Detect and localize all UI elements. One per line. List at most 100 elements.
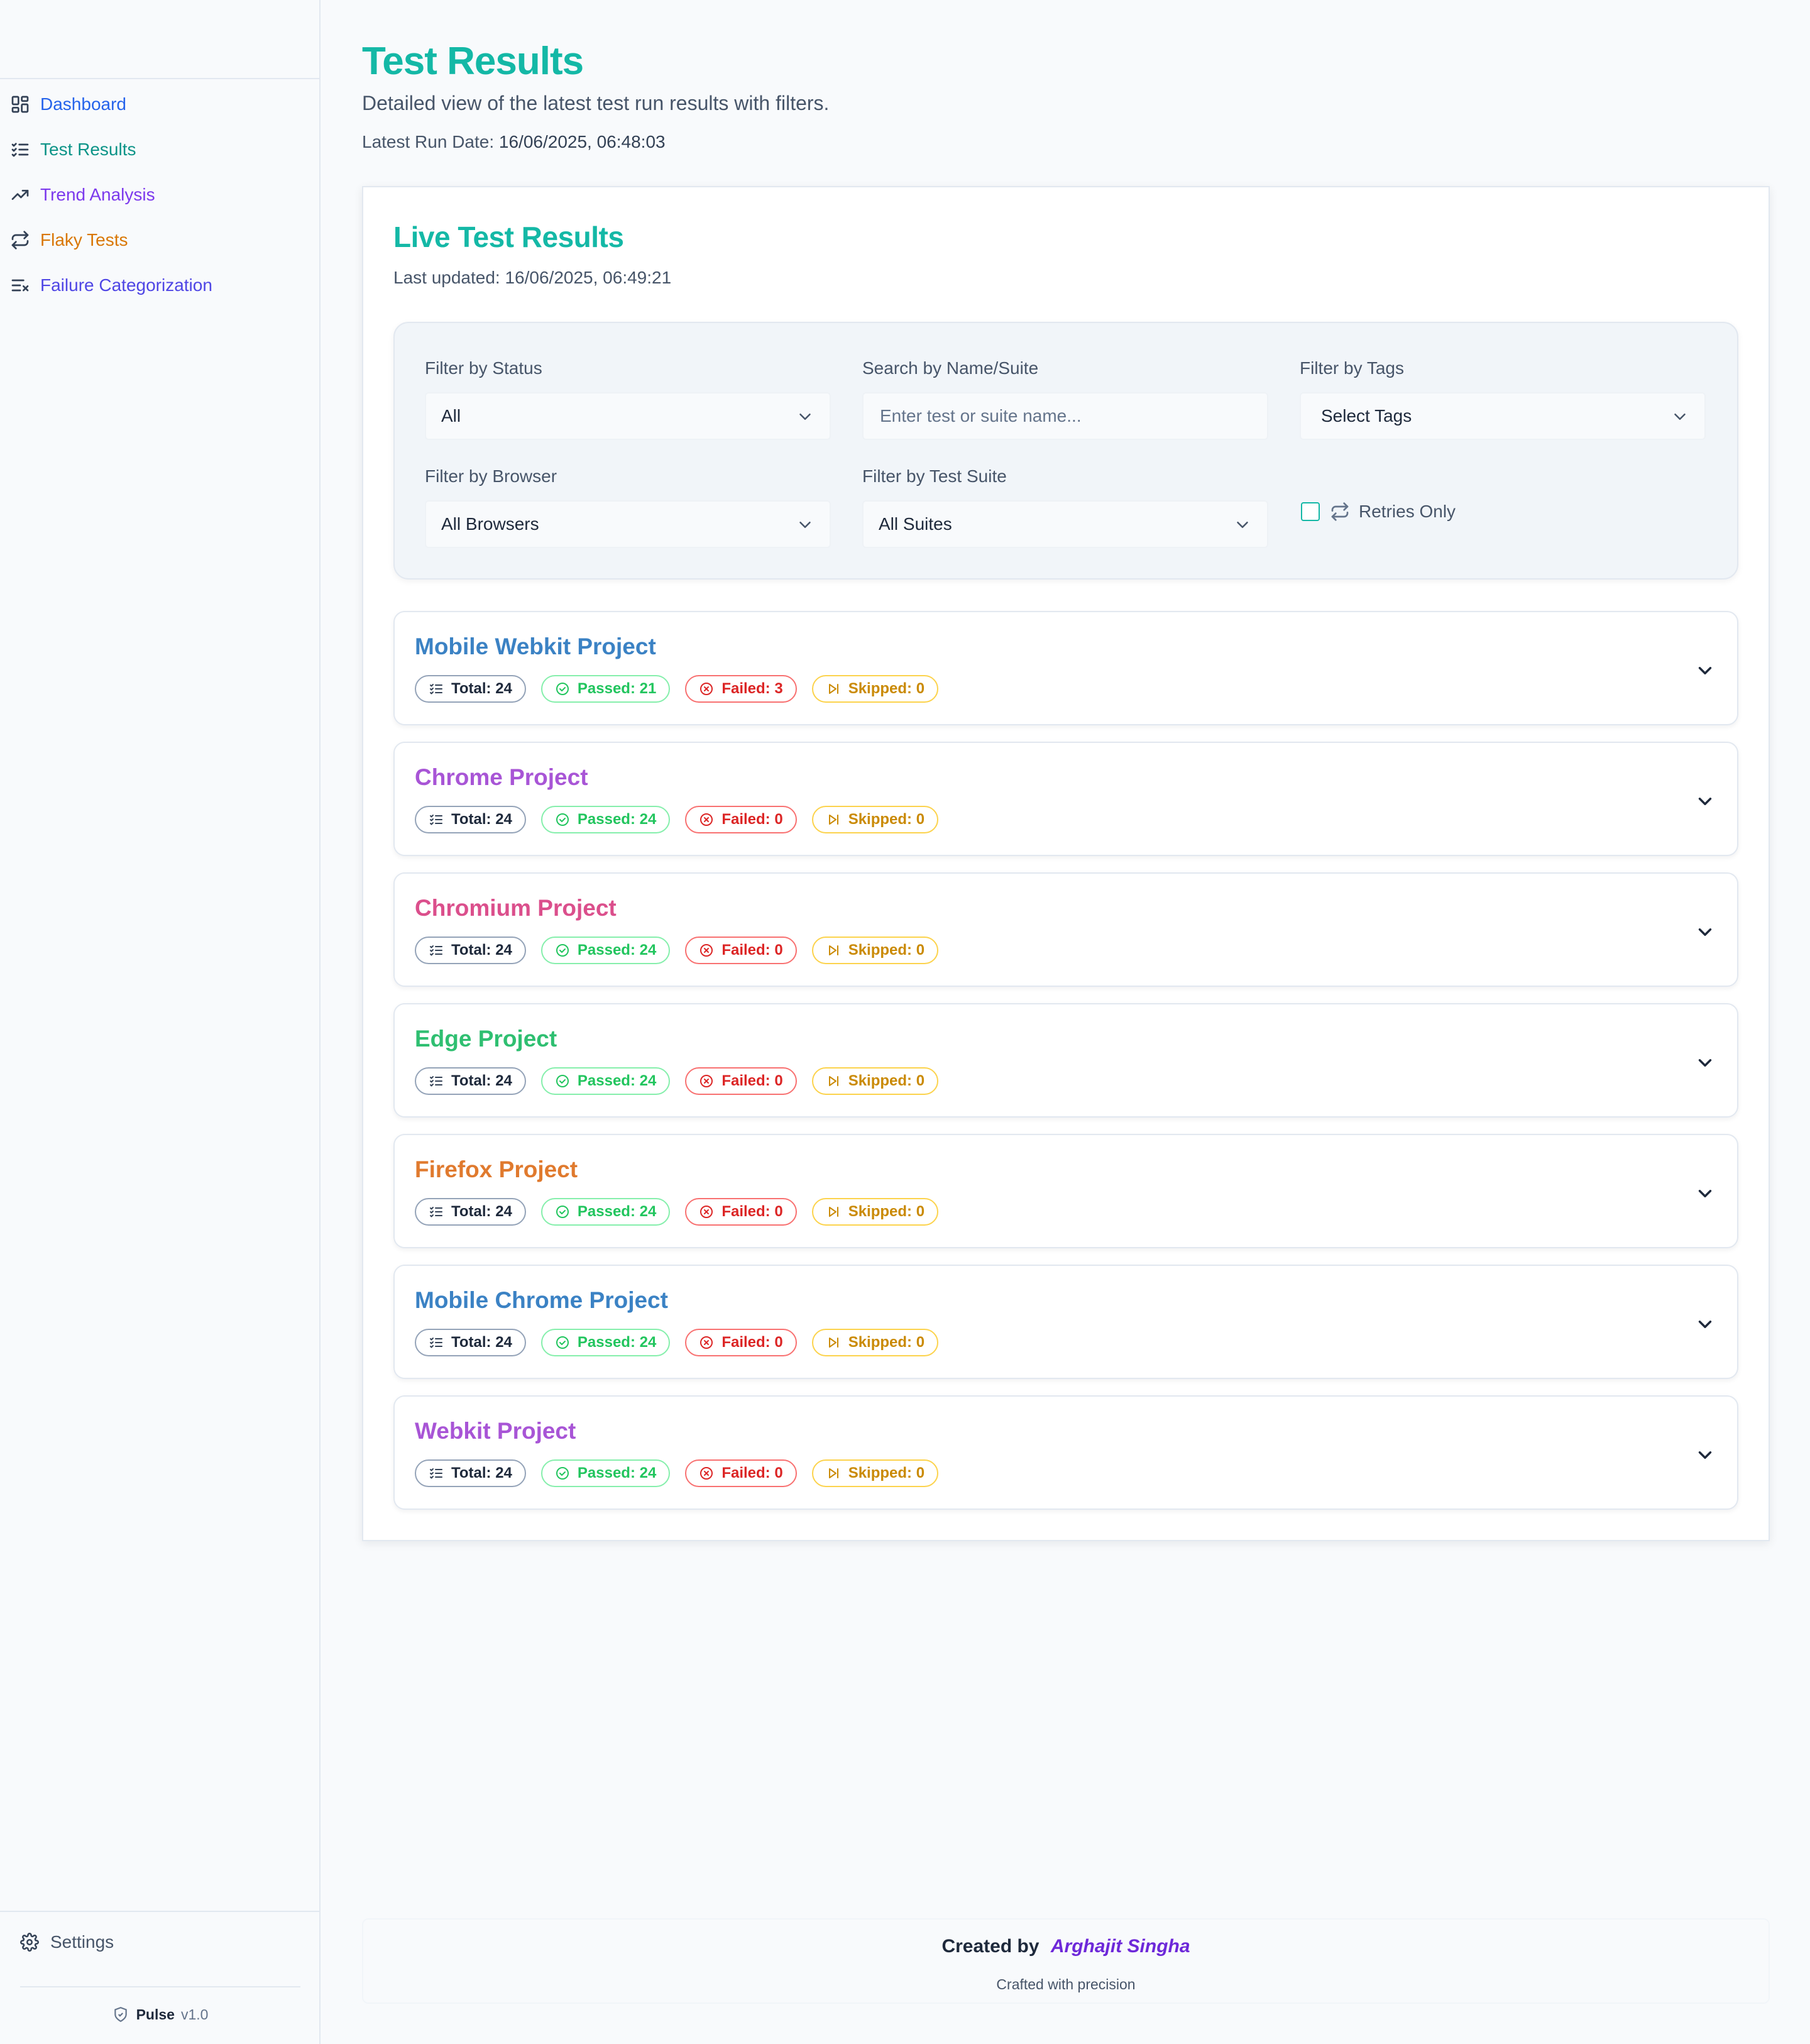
sidebar-item-failure-categorization[interactable]: Failure Categorization — [0, 263, 321, 308]
chevron-down-icon[interactable] — [1694, 1183, 1716, 1204]
sidebar-item-label: Dashboard — [40, 94, 126, 114]
list-checks-icon — [429, 812, 451, 827]
project-accordion[interactable]: Chrome Project Total: 24 Passed: 24 Failed:… — [393, 742, 1738, 856]
footer: Created by Arghajit Singha Crafted with … — [362, 1918, 1770, 2004]
passed-badge: Passed: 24 — [540, 1459, 671, 1487]
passed-count: Passed: 24 — [577, 1072, 657, 1089]
sidebar-divider — [0, 1911, 321, 1912]
retries-only-label: Retries Only — [1359, 502, 1456, 521]
passed-badge: Passed: 24 — [540, 806, 671, 833]
chevron-down-icon[interactable] — [1694, 791, 1716, 812]
last-updated: Last updated: 16/06/2025, 06:49:21 — [393, 268, 672, 287]
skip-forward-icon — [826, 812, 848, 827]
skip-forward-icon — [826, 681, 848, 696]
retries-only-toggle[interactable]: Retries Only — [1301, 499, 1456, 524]
failed-count: Failed: 0 — [721, 1203, 783, 1220]
chevron-down-icon[interactable] — [1694, 1052, 1716, 1074]
retries-only-checkbox[interactable] — [1301, 502, 1320, 521]
x-circle-icon — [699, 681, 721, 696]
settings-button[interactable]: Settings — [20, 1923, 114, 1961]
project-name: Webkit Project — [415, 1418, 576, 1444]
sidebar-item-dashboard[interactable]: Dashboard — [0, 82, 321, 127]
project-accordion[interactable]: Edge Project Total: 24 Passed: 24 Failed: 0… — [393, 1003, 1738, 1118]
tags-filter-select[interactable]: Select Tags — [1300, 392, 1706, 440]
total-badge: Total: 24 — [415, 1198, 526, 1226]
chevron-down-icon[interactable] — [1694, 660, 1716, 681]
live-test-results-card: Live Test Results Last updated: 16/06/20… — [362, 186, 1770, 1541]
project-name: Mobile Webkit Project — [415, 634, 656, 659]
created-by-label: Created by — [941, 1936, 1039, 1957]
sidebar-nav: Dashboard Test Results Trend Analysis Fl… — [0, 82, 321, 308]
failed-count: Failed: 0 — [721, 811, 783, 828]
sidebar-item-label: Failure Categorization — [40, 275, 212, 295]
failed-count: Failed: 0 — [721, 1072, 783, 1089]
check-circle-icon — [555, 1074, 578, 1089]
skipped-badge: Skipped: 0 — [811, 675, 939, 703]
failed-count: Failed: 0 — [721, 1334, 783, 1351]
total-count: Total: 24 — [451, 811, 512, 828]
skipped-badge: Skipped: 0 — [811, 1459, 939, 1487]
chevron-down-icon[interactable] — [1694, 921, 1716, 943]
failed-count: Failed: 0 — [721, 942, 783, 959]
passed-count: Passed: 24 — [577, 1203, 657, 1220]
skip-forward-icon — [826, 1335, 848, 1350]
passed-badge: Passed: 24 — [540, 1067, 671, 1095]
skipped-badge: Skipped: 0 — [811, 1067, 939, 1095]
sidebar: Dashboard Test Results Trend Analysis Fl… — [0, 0, 321, 2044]
sidebar-item-label: Test Results — [40, 140, 136, 159]
list-checks-icon — [429, 681, 451, 696]
project-stats: Total: 24 Passed: 24 Failed: 0 Skipped: 0 — [415, 1198, 953, 1226]
project-name: Chromium Project — [415, 895, 617, 921]
chevron-down-icon[interactable] — [1694, 1314, 1716, 1335]
skipped-count: Skipped: 0 — [848, 1072, 925, 1089]
total-badge: Total: 24 — [415, 806, 526, 833]
project-stats: Total: 24 Passed: 24 Failed: 0 Skipped: 0 — [415, 806, 953, 833]
footer-tagline: Crafted with precision — [996, 1976, 1136, 1992]
project-name: Edge Project — [415, 1026, 557, 1052]
card-title: Live Test Results — [393, 221, 624, 253]
skipped-badge: Skipped: 0 — [811, 806, 939, 833]
total-badge: Total: 24 — [415, 1329, 526, 1356]
skipped-badge: Skipped: 0 — [811, 1198, 939, 1226]
search-input[interactable] — [879, 405, 1267, 427]
failed-badge: Failed: 0 — [685, 937, 797, 964]
browser-filter-select[interactable]: All Browsers — [425, 500, 831, 548]
project-accordion[interactable]: Mobile Chrome Project Total: 24 Passed: 24… — [393, 1265, 1738, 1379]
passed-count: Passed: 21 — [577, 680, 657, 697]
author-link[interactable]: Arghajit Singha — [1051, 1936, 1190, 1957]
sidebar-item-flaky-tests[interactable]: Flaky Tests — [0, 217, 321, 263]
failed-count: Failed: 3 — [721, 680, 783, 697]
project-accordion[interactable]: Webkit Project Total: 24 Passed: 24 Failed:… — [393, 1395, 1738, 1510]
chevron-down-icon — [796, 407, 814, 426]
sidebar-item-test-results[interactable]: Test Results — [0, 127, 321, 172]
skipped-badge: Skipped: 0 — [811, 937, 939, 964]
status-filter-select[interactable]: All — [425, 392, 831, 440]
chevron-down-icon[interactable] — [1694, 1444, 1716, 1466]
project-accordion[interactable]: Mobile Webkit Project Total: 24 Passed: 21… — [393, 611, 1738, 725]
list-checks-icon — [429, 1204, 451, 1219]
skipped-count: Skipped: 0 — [848, 942, 925, 959]
skip-forward-icon — [826, 943, 848, 958]
skip-forward-icon — [826, 1466, 848, 1481]
status-filter-value: All — [441, 406, 461, 426]
project-accordion[interactable]: Chromium Project Total: 24 Passed: 24 Faile… — [393, 872, 1738, 987]
skipped-count: Skipped: 0 — [848, 811, 925, 828]
total-badge: Total: 24 — [415, 1067, 526, 1095]
total-count: Total: 24 — [451, 1464, 512, 1481]
check-circle-icon — [555, 1204, 578, 1219]
passed-count: Passed: 24 — [577, 811, 657, 828]
sidebar-item-trend-analysis[interactable]: Trend Analysis — [0, 172, 321, 217]
skip-forward-icon — [826, 1204, 848, 1219]
suite-filter-select[interactable]: All Suites — [862, 500, 1268, 548]
check-circle-icon — [555, 1335, 578, 1350]
sidebar-divider — [20, 1986, 300, 1987]
page-subtitle: Detailed view of the latest test run res… — [362, 92, 830, 114]
project-name: Chrome Project — [415, 764, 588, 790]
passed-badge: Passed: 24 — [540, 1329, 671, 1356]
project-accordion[interactable]: Firefox Project Total: 24 Passed: 24 Failed… — [393, 1134, 1738, 1248]
project-stats: Total: 24 Passed: 24 Failed: 0 Skipped: 0 — [415, 1067, 953, 1095]
sidebar-divider — [0, 78, 321, 79]
failed-badge: Failed: 0 — [685, 1198, 797, 1226]
dashboard-grid-icon — [10, 94, 30, 114]
suite-filter-label: Filter by Test Suite — [862, 466, 1007, 486]
